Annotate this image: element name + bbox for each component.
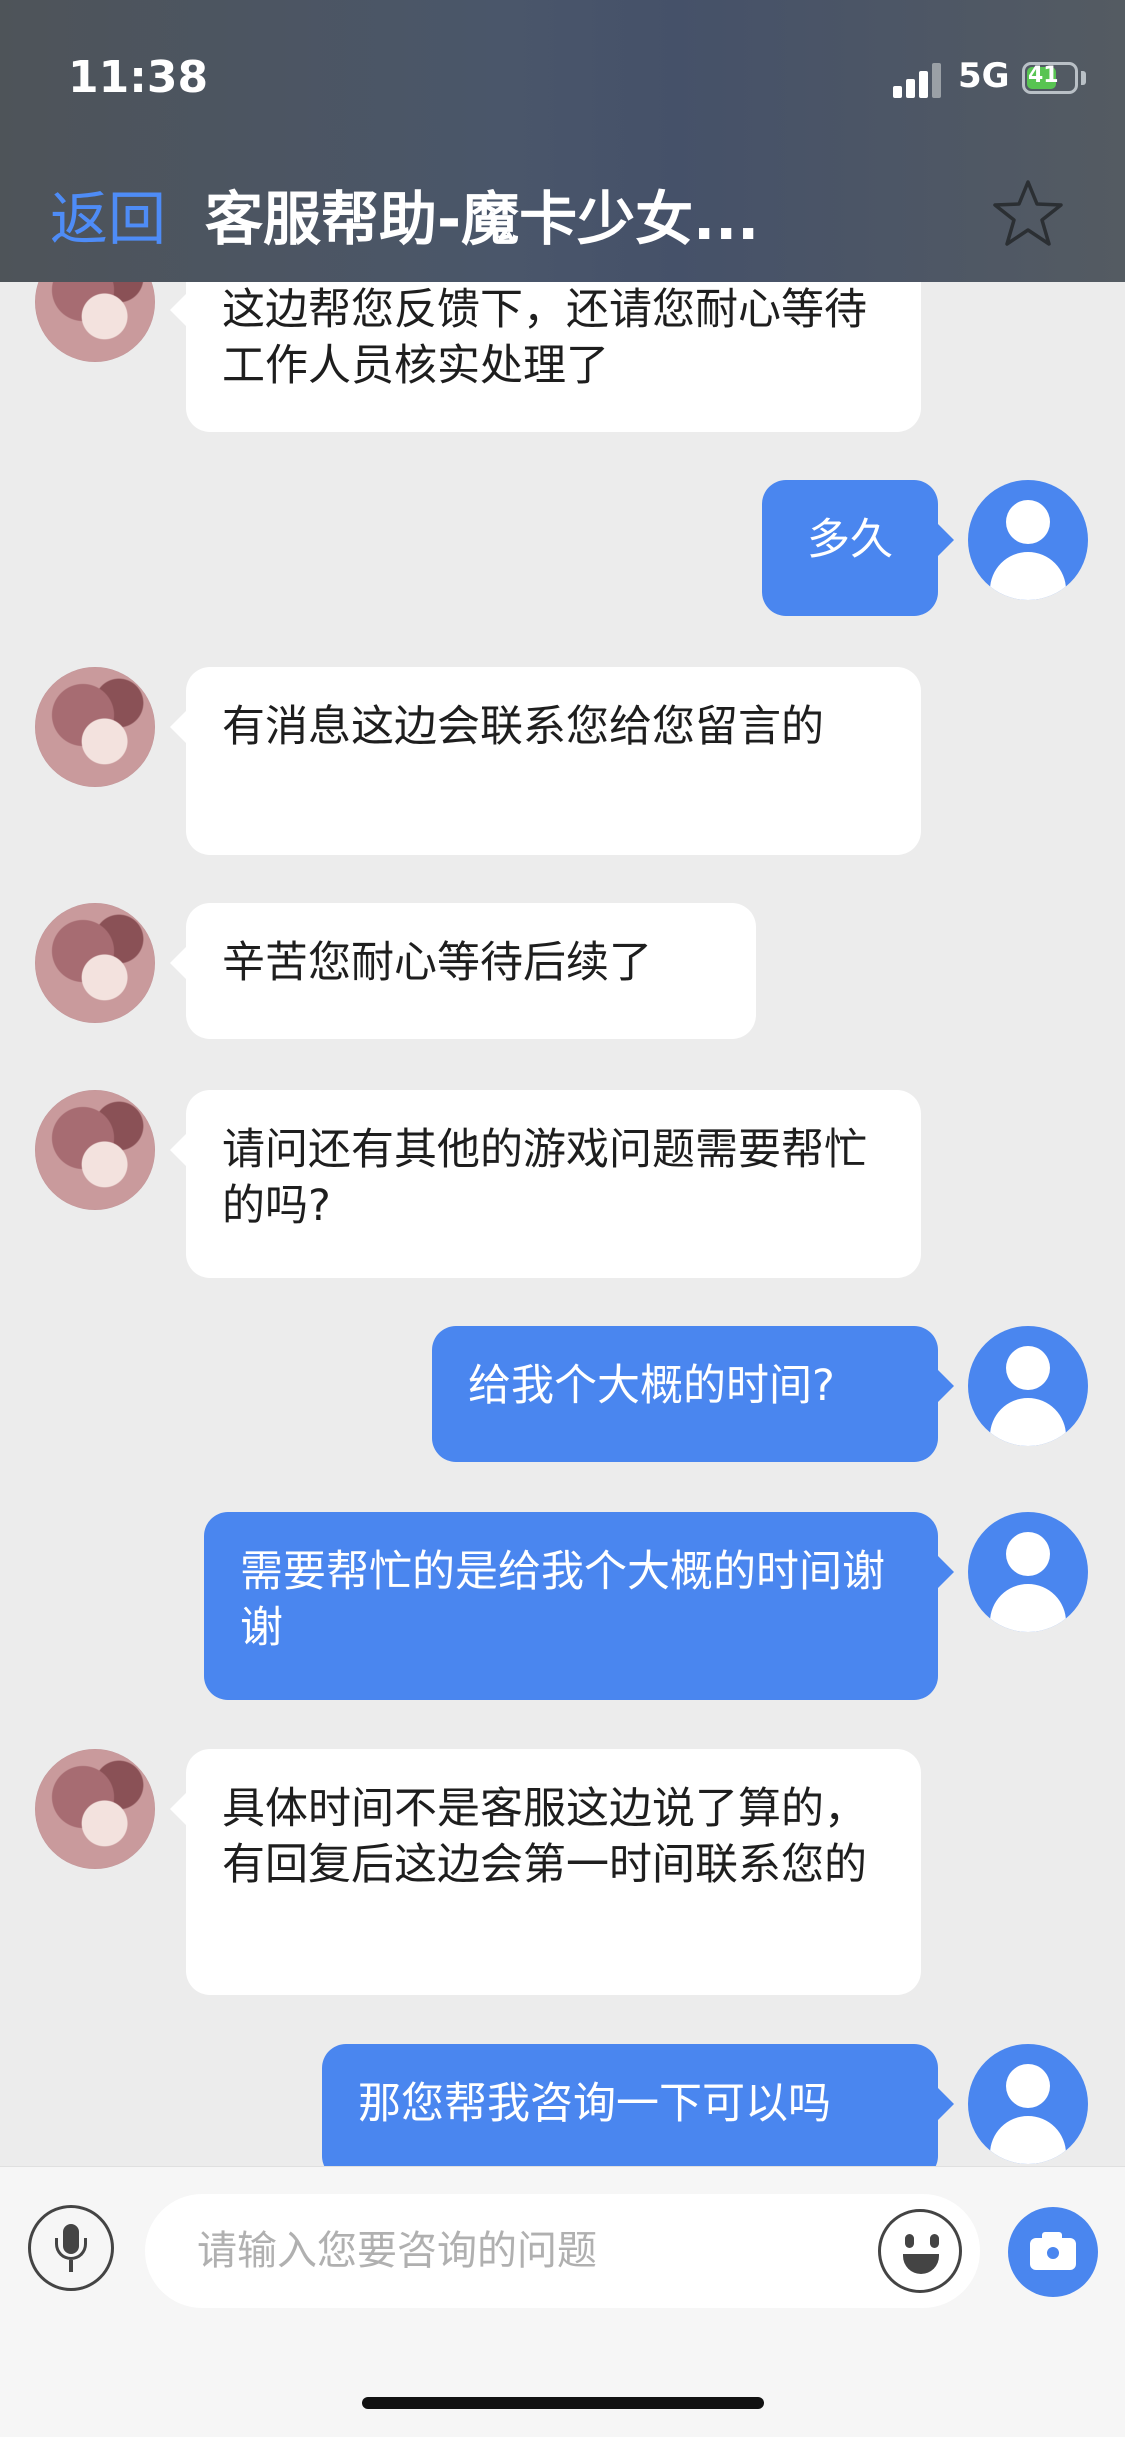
chat-area[interactable]: 这边帮您反馈下，还请您耐心等待工作人员核实处理了 多久 有消息这边会联系您给您留… <box>0 282 1125 2166</box>
message-input[interactable]: 请输入您要咨询的问题 <box>145 2194 980 2308</box>
agent-avatar <box>35 1749 155 1869</box>
input-bar: 请输入您要咨询的问题 <box>0 2166 1125 2437</box>
user-avatar <box>968 1512 1088 1632</box>
agent-avatar <box>35 282 155 362</box>
agent-avatar <box>35 903 155 1023</box>
message-text: 需要帮忙的是给我个大概的时间谢谢 <box>240 1547 885 1653</box>
star-icon[interactable] <box>992 178 1064 250</box>
user-message: 那您帮我咨询一下可以吗 <box>322 2044 954 2166</box>
agent-message: 有消息这边会联系您给您留言的 <box>170 667 921 855</box>
user-avatar <box>968 1326 1088 1446</box>
message-text: 有消息这边会联系您给您留言的 <box>222 702 824 752</box>
camera-icon[interactable] <box>1008 2207 1098 2297</box>
emoji-icon[interactable] <box>878 2209 962 2293</box>
agent-message: 辛苦您耐心等待后续了 <box>170 903 756 1039</box>
signal-icon <box>893 62 945 98</box>
message-text: 那您帮我咨询一下可以吗 <box>358 2079 831 2129</box>
user-message: 需要帮忙的是给我个大概的时间谢谢 <box>204 1512 954 1700</box>
back-button[interactable]: 返回 <box>50 172 166 256</box>
battery-icon: 41 <box>1022 62 1078 94</box>
message-text: 这边帮您反馈下，还请您耐心等待工作人员核实处理了 <box>222 285 867 391</box>
agent-message: 这边帮您反馈下，还请您耐心等待工作人员核实处理了 <box>170 282 921 432</box>
message-text: 多久 <box>807 515 893 565</box>
message-text: 具体时间不是客服这边说了算的，有回复后这边会第一时间联系您的 <box>222 1784 867 1890</box>
battery-level: 41 <box>1028 63 1059 88</box>
user-avatar <box>968 2044 1088 2164</box>
agent-avatar <box>35 1090 155 1210</box>
message-text: 请问还有其他的游戏问题需要帮忙的吗? <box>222 1125 867 1231</box>
user-message: 给我个大概的时间? <box>432 1326 954 1462</box>
agent-message: 请问还有其他的游戏问题需要帮忙的吗? <box>170 1090 921 1278</box>
message-text: 辛苦您耐心等待后续了 <box>222 938 652 988</box>
page-title: 客服帮助-魔卡少女... <box>205 185 760 253</box>
user-avatar <box>968 480 1088 600</box>
user-message: 多久 <box>762 480 954 616</box>
header-bar: 11:38 5G 41 返回 客服帮助-魔卡少女... <box>0 0 1125 282</box>
network-label: 5G <box>958 56 1010 96</box>
microphone-icon[interactable] <box>28 2205 114 2291</box>
status-time: 11:38 <box>68 52 209 103</box>
message-text: 给我个大概的时间? <box>468 1361 835 1411</box>
home-indicator[interactable] <box>362 2397 764 2409</box>
agent-message: 具体时间不是客服这边说了算的，有回复后这边会第一时间联系您的 <box>170 1749 921 1995</box>
agent-avatar <box>35 667 155 787</box>
